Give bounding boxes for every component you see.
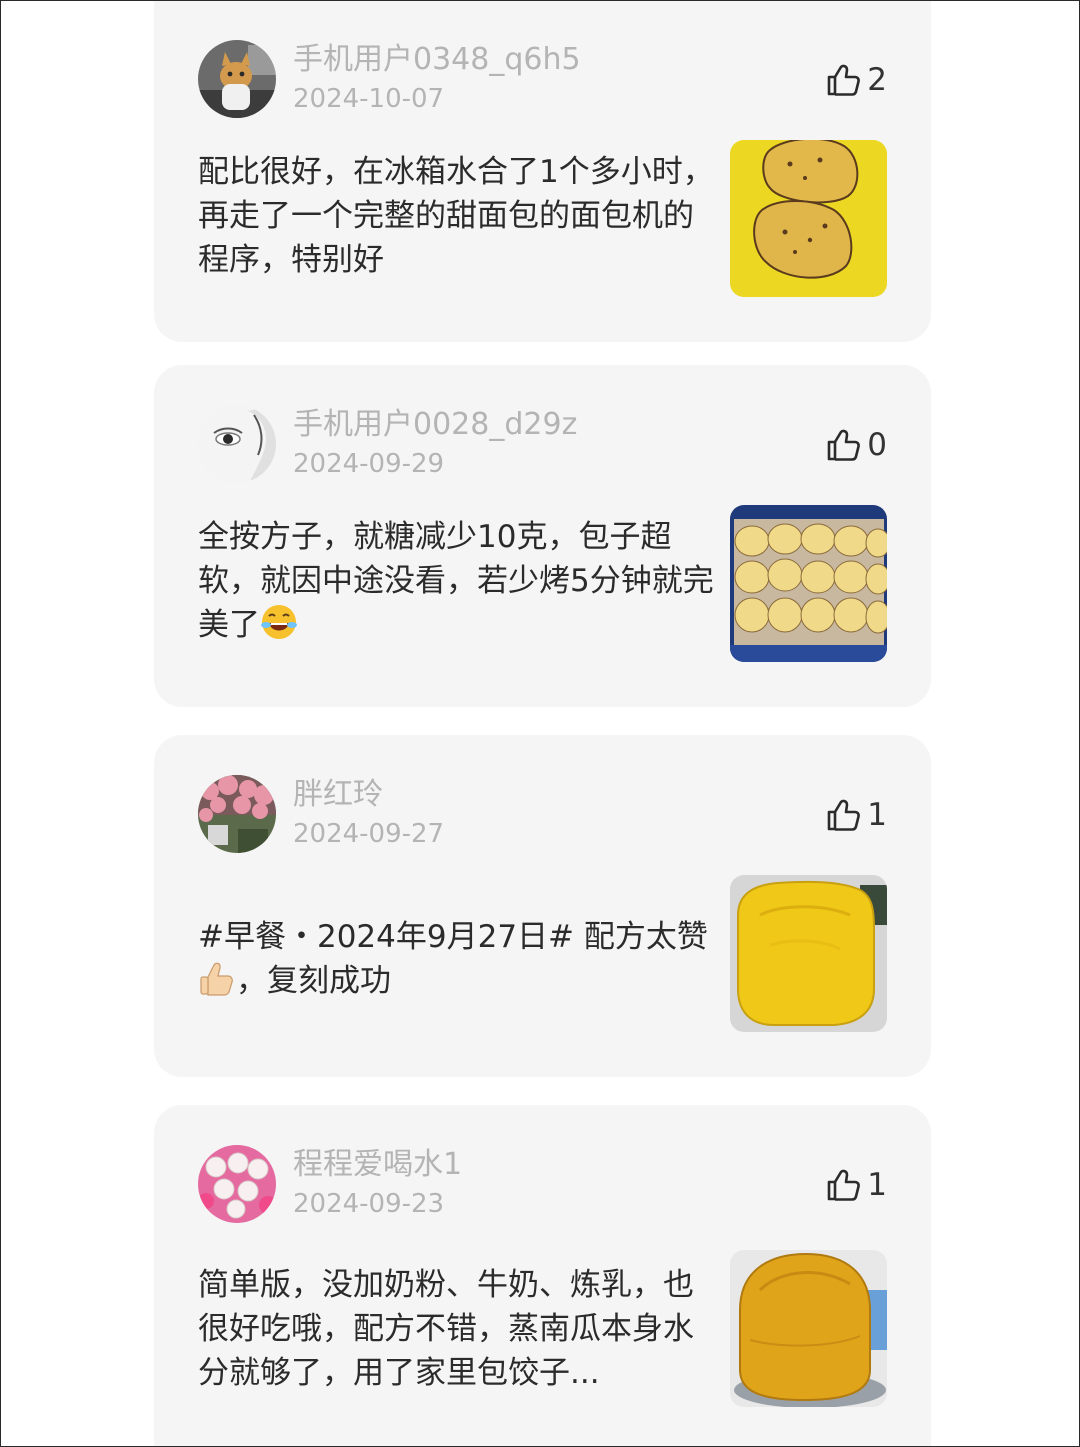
review-card[interactable]: 手机用户0348_q6h5 2024-10-07 2 配比很好，在冰箱水合了1个… [154, 0, 931, 342]
review-date: 2024-10-07 [293, 84, 445, 114]
review-date: 2024-09-23 [293, 1189, 445, 1219]
avatar[interactable] [198, 405, 276, 483]
thumbs-up-icon [827, 799, 861, 831]
roses-avatar-icon [198, 1145, 276, 1223]
like-count: 1 [867, 1167, 887, 1203]
cat-avatar-icon [198, 40, 276, 118]
like-count: 1 [867, 797, 887, 833]
review-card[interactable]: 手机用户0028_d29z 2024-09-29 0 全按方子，就糖减少10克，… [154, 365, 931, 707]
pumpkin-bread-photo-icon [730, 1250, 887, 1407]
like-button[interactable]: 2 [825, 60, 887, 100]
like-button[interactable]: 1 [825, 795, 887, 835]
review-text-part1: #早餐・2024年9月27日# 配方太赞 [198, 919, 708, 955]
thumbs-up-icon [827, 429, 861, 461]
username[interactable]: 手机用户0348_q6h5 [293, 40, 581, 80]
review-text: 简单版，没加奶粉、牛奶、炼乳，也很好吃哦，配方不错，蒸南瓜本身水分就够了，用了家… [198, 1267, 694, 1391]
like-count: 0 [867, 427, 887, 463]
avatar[interactable] [198, 40, 276, 118]
like-button[interactable]: 0 [825, 425, 887, 465]
thumbs-up-icon [827, 64, 861, 96]
thumbs-up-icon [827, 1169, 861, 1201]
username[interactable]: 程程爱喝水1 [293, 1145, 462, 1185]
avatar[interactable] [198, 775, 276, 853]
username[interactable]: 手机用户0028_d29z [293, 405, 577, 445]
eye-portrait-avatar-icon [198, 405, 276, 483]
review-text: #早餐・2024年9月27日# 配方太赞 ，复刻成功 [198, 915, 718, 1003]
review-photo[interactable] [730, 875, 887, 1032]
review-card[interactable]: 胖红玲 2024-09-27 1 #早餐・2024年9月27日# 配方太赞 ，复… [154, 735, 931, 1077]
review-text: 全按方子，就糖减少10克，包子超软，就因中途没看，若少烤5分钟就完美了 [198, 515, 718, 647]
bread-slices-photo-icon [730, 140, 887, 297]
review-photo[interactable] [730, 140, 887, 297]
thumbs-up-emoji-icon [200, 962, 233, 996]
avatar[interactable] [198, 1145, 276, 1223]
review-card[interactable]: 程程爱喝水1 2024-09-23 1 简单版，没加奶粉、牛奶、炼乳，也很好吃哦… [154, 1105, 931, 1447]
laughing-crying-emoji-icon [261, 605, 297, 639]
review-photo[interactable] [730, 505, 887, 662]
review-photo[interactable] [730, 1250, 887, 1407]
pumpkin-bread-loaf-photo-icon [730, 875, 887, 1032]
blossom-avatar-icon [198, 775, 276, 853]
username[interactable]: 胖红玲 [293, 775, 383, 815]
review-text: 配比很好，在冰箱水合了1个多小时，再走了一个完整的甜面包的面包机的程序，特别好 [198, 154, 714, 278]
review-text-part2: ，复刻成功 [236, 963, 391, 999]
like-count: 2 [867, 62, 887, 98]
like-button[interactable]: 1 [825, 1165, 887, 1205]
steamed-buns-photo-icon [730, 505, 887, 662]
review-date: 2024-09-27 [293, 819, 445, 849]
review-date: 2024-09-29 [293, 449, 445, 479]
